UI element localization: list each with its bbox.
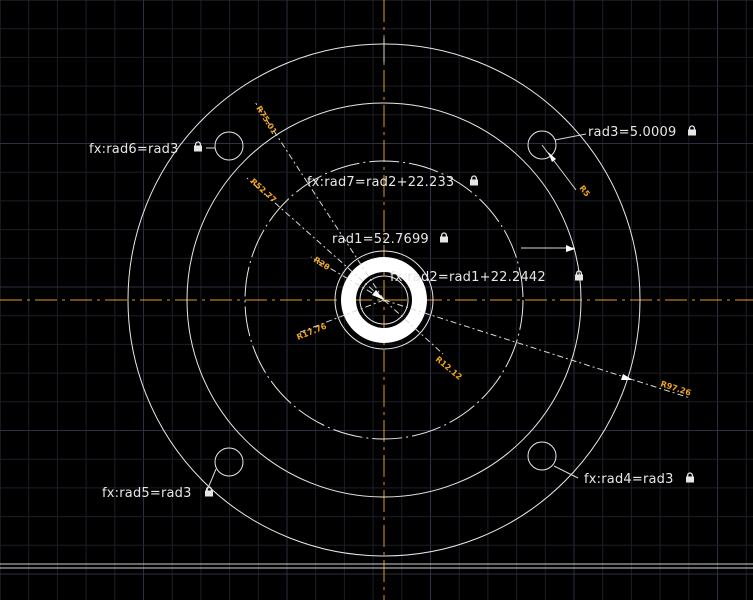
constraint-rad1: rad1=52.7699: [332, 232, 429, 247]
dim-r5: R5: [577, 184, 592, 199]
constraint-rad6: fx:rad6=rad3: [89, 142, 179, 157]
constraint-rad4: fx:rad4=rad3: [584, 472, 674, 487]
constraint-rad3: rad3=5.0009: [588, 125, 676, 140]
lock-icon: [439, 232, 449, 244]
bolt-hole-bottom-right: [527, 441, 557, 471]
constraint-rad5: fx:rad5=rad3: [102, 486, 192, 501]
lock-icon: [685, 472, 695, 484]
bolt-hole-bottom-left: [214, 447, 244, 477]
dim-r97: R97.26: [659, 379, 692, 397]
constraint-rad7: fx:rad7=rad2+22.233: [307, 175, 454, 190]
lock-icon: [687, 125, 697, 137]
lock-icon: [204, 486, 214, 498]
constraint-rad2: fx:rad2=rad1+22.2442: [390, 270, 546, 285]
dimension-leaders: [205, 38, 691, 494]
dim-r17: R17.76: [295, 322, 328, 342]
dim-r52: R52.77: [249, 177, 278, 205]
dim-r20: R20: [312, 255, 332, 272]
lock-icon: [469, 175, 479, 187]
constraint-labels[interactable]: fx:rad6=rad3 rad3=5.0009 fx:rad7=rad2+22…: [89, 125, 697, 501]
bottom-boundary: [0, 563, 753, 569]
bolt-hole-top-left: [214, 131, 244, 161]
cad-drawing-canvas[interactable]: R75.01 R52.77 R20 R17.76 R12.12 R97.26 R…: [0, 0, 753, 600]
